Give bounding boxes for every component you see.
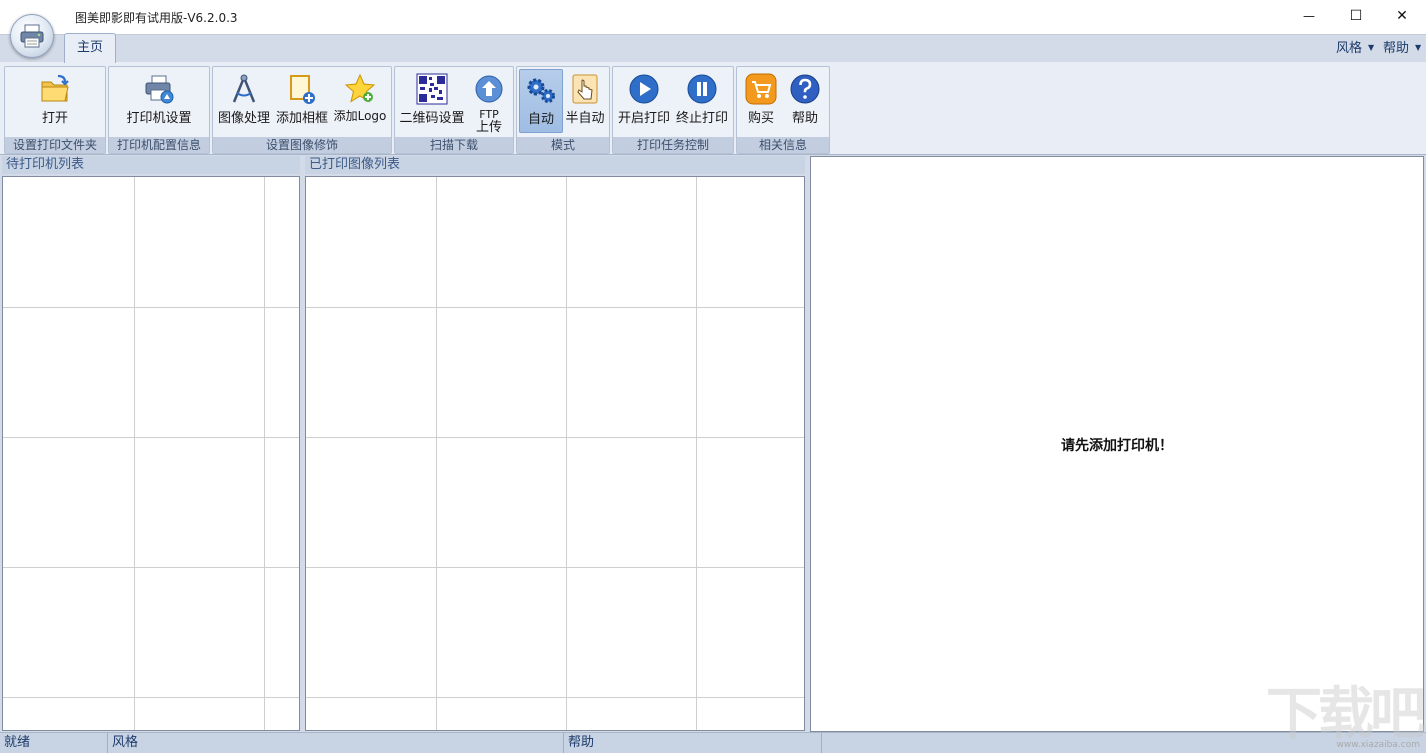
status-help: 帮助 (564, 733, 822, 753)
add-logo-label: 添加Logo (333, 109, 387, 123)
app-menu-button[interactable] (10, 14, 54, 58)
group-print-task-control: 开启打印 终止打印 打印任务控制 (612, 66, 734, 154)
buy-button[interactable]: 购买 (739, 69, 783, 131)
semi-auto-mode-label: 半自动 (565, 111, 605, 126)
group-caption: 打印任务控制 (613, 137, 733, 153)
star-icon (344, 73, 376, 103)
group-print-folder: 打开 设置打印文件夹 (4, 66, 106, 154)
grid-line (566, 177, 567, 730)
grid-line (696, 177, 697, 730)
grid-line (306, 437, 804, 438)
grid-line (306, 697, 804, 698)
printer-list-header: 待打印机列表 (2, 156, 300, 174)
group-caption: 相关信息 (737, 137, 829, 153)
image-processing-label: 图像处理 (217, 111, 270, 126)
title-bar: 图美即影即有试用版-V6.2.0.3 — ☐ ✕ (0, 0, 1426, 34)
status-ready: 就绪 (0, 733, 108, 753)
maximize-button[interactable]: ☐ (1333, 0, 1379, 32)
qr-code-settings-button[interactable]: 二维码设置 (397, 69, 467, 131)
open-label: 打开 (41, 111, 68, 126)
folder-open-icon (41, 74, 69, 102)
image-processing-button[interactable]: 图像处理 (215, 69, 273, 131)
add-frame-icon (290, 75, 315, 104)
close-button[interactable]: ✕ (1379, 0, 1425, 32)
grid-line (3, 697, 299, 698)
help-menu-label: 帮助 (1383, 41, 1410, 56)
printed-list-header: 已打印图像列表 (305, 156, 805, 174)
add-printer-message: 请先添加打印机！ (1061, 438, 1173, 454)
tab-strip (0, 34, 1426, 63)
add-frame-button[interactable]: 添加相框 (273, 69, 331, 131)
add-frame-label: 添加相框 (275, 111, 328, 126)
semi-auto-mode-button[interactable]: 半自动 (563, 69, 607, 131)
help-icon (790, 74, 820, 104)
buy-label: 购买 (747, 111, 774, 126)
add-logo-button[interactable]: 添加Logo (331, 69, 389, 131)
qr-code-settings-label: 二维码设置 (399, 111, 465, 126)
grid-line (3, 567, 299, 568)
qr-code-icon (416, 73, 448, 105)
status-style: 风格 (108, 733, 564, 753)
gears-icon (527, 78, 555, 103)
stop-print-label: 终止打印 (675, 111, 728, 126)
grid-line (306, 567, 804, 568)
printer-icon (20, 24, 44, 48)
group-scan-download: 二维码设置 FTP 上传 扫描下载 (394, 66, 514, 154)
watermark-url: www.xiazaiba.com (1336, 740, 1420, 750)
start-print-label: 开启打印 (617, 111, 670, 126)
group-image-decoration: 图像处理 添加相框 添加Logo 设置图像修饰 (212, 66, 392, 154)
stop-print-button[interactable]: 终止打印 (673, 69, 731, 131)
grid-line (264, 177, 265, 730)
auto-mode-button[interactable]: 自动 (519, 69, 563, 133)
hand-pointer-icon (572, 74, 598, 104)
grid-line (436, 177, 437, 730)
style-menu[interactable]: 风格 ▼ (1336, 37, 1374, 56)
watermark-logo: 下载吧 (1266, 682, 1426, 747)
printer-list-grid[interactable] (2, 176, 300, 731)
group-caption: 设置打印文件夹 (5, 137, 105, 153)
printer-settings-label: 打印机设置 (126, 111, 192, 126)
printer-settings-icon (145, 75, 174, 104)
help-button[interactable]: 帮助 (783, 69, 827, 131)
grid-line (3, 437, 299, 438)
group-caption: 模式 (517, 137, 609, 153)
printed-list-grid[interactable] (305, 176, 805, 731)
drafting-compass-icon (232, 74, 256, 103)
preview-panel: 请先添加打印机！ (810, 156, 1424, 732)
group-caption: 打印机配置信息 (109, 137, 209, 153)
group-caption: 设置图像修饰 (213, 137, 391, 153)
tab-home[interactable]: 主页 (64, 33, 116, 63)
upload-label: 上传 (475, 120, 502, 135)
help-caret-icon: ▼ (1415, 43, 1422, 52)
ribbon: 打开 设置打印文件夹 打印机设置 打印机配置信息 图像处理 添加相框 添加Log… (0, 62, 1426, 155)
group-mode: 自动 半自动 模式 (516, 66, 610, 154)
window-title: 图美即影即有试用版-V6.2.0.3 (75, 11, 238, 25)
style-menu-label: 风格 (1336, 41, 1363, 56)
play-icon (629, 74, 659, 104)
upload-arrow-icon (475, 75, 503, 103)
start-print-button[interactable]: 开启打印 (615, 69, 673, 131)
grid-line (306, 307, 804, 308)
help-menu[interactable]: 帮助 ▼ (1383, 37, 1421, 56)
group-caption: 扫描下载 (395, 137, 513, 153)
style-caret-icon: ▼ (1368, 43, 1375, 52)
group-related-info: 购买 帮助 相关信息 (736, 66, 830, 154)
status-bar: 就绪 风格 帮助 (0, 732, 1426, 753)
minimize-button[interactable]: — (1286, 0, 1332, 32)
group-printer-config: 打印机设置 打印机配置信息 (108, 66, 210, 154)
auto-mode-label: 自动 (527, 112, 554, 127)
printer-settings-button[interactable]: 打印机设置 (113, 69, 205, 131)
grid-line (134, 177, 135, 730)
grid-line (3, 307, 299, 308)
pause-icon (687, 74, 717, 104)
open-button[interactable]: 打开 (9, 69, 101, 131)
shopping-cart-icon (745, 73, 777, 105)
help-label: 帮助 (791, 111, 818, 126)
ftp-upload-button[interactable]: FTP 上传 (469, 69, 509, 135)
